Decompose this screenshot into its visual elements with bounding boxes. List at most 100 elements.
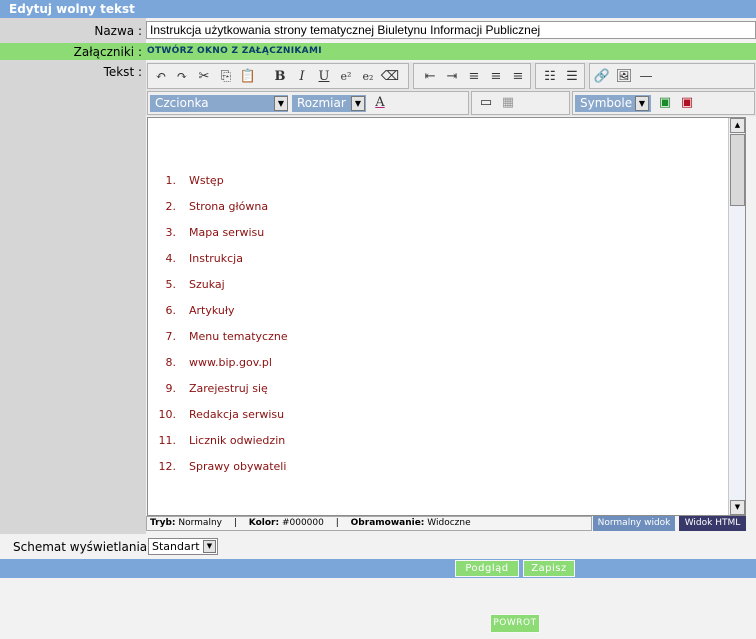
table-grid-icon[interactable]: ▦ — [498, 93, 518, 113]
toolbar-group-table: ▭ ▦ — [471, 91, 570, 115]
font-color-icon[interactable]: A — [370, 93, 390, 113]
mode-value: Normalny — [178, 518, 222, 528]
list-item-number: 7. — [165, 330, 177, 343]
list-item: 5. Szukaj — [152, 278, 712, 304]
superscript-icon[interactable]: e² — [336, 67, 356, 87]
list-item-number: 8. — [165, 356, 177, 369]
list-item-text: Instrukcja — [189, 252, 243, 265]
border-value: Widoczne — [427, 518, 471, 528]
align-center-icon[interactable]: ≡ — [486, 67, 506, 87]
list-item-text: Artykuły — [189, 304, 235, 317]
italic-icon[interactable]: I — [292, 67, 312, 87]
list-item-text: Sprawy obywateli — [189, 460, 287, 473]
color-value: #000000 — [281, 518, 324, 528]
align-right-icon[interactable]: ≡ — [508, 67, 528, 87]
undo-icon[interactable]: ↶ — [151, 67, 171, 87]
editor-scrollbar[interactable]: ▲ ▼ — [728, 118, 745, 515]
attachments-label: Załączniki : — [73, 45, 142, 59]
copy-icon[interactable]: ⎘ — [216, 67, 236, 87]
editor-toolbar: ↶ ↷ ✂ ⎘ 📋 B I U e² e₂ ⌫ ⇤ ⇥ ≡ ≡ ≡ ☷ ☰ 🔗 … — [146, 62, 756, 116]
list-item: 7. Menu tematyczne — [152, 330, 712, 356]
list-item-number: 11. — [158, 434, 177, 447]
eraser-icon[interactable]: ⌫ — [380, 67, 400, 87]
list-item: 9. Zarejestruj się — [152, 382, 712, 408]
unordered-list-icon[interactable]: ☰ — [562, 67, 582, 87]
list-item-number: 6. — [165, 304, 177, 317]
link-icon[interactable]: 🔗 — [592, 67, 612, 87]
list-item: 10. Redakcja serwisu — [152, 408, 712, 434]
editor-status-bar: Tryb: Normalny | Kolor: #000000 | Obramo… — [146, 516, 592, 531]
toolbar-group-font: Czcionka ▼ Rozmiar ▼ A — [147, 91, 469, 115]
list-item-number: 1. — [165, 174, 177, 187]
toolbar-group-basic: ↶ ↷ ✂ ⎘ 📋 B I U e² e₂ ⌫ — [147, 63, 409, 89]
back-button[interactable]: POWROT — [490, 614, 540, 633]
list-item-number: 4. — [165, 252, 177, 265]
border-label: Obramowanie: — [350, 518, 425, 528]
symbols-select-arrow-icon[interactable]: ▼ — [635, 96, 649, 111]
list-item-text: www.bip.gov.pl — [189, 356, 272, 369]
font-select[interactable]: Czcionka — [150, 95, 288, 112]
list-item: 2. Strona główna — [152, 200, 712, 226]
font-select-arrow-icon[interactable]: ▼ — [274, 96, 288, 111]
schema-select[interactable]: Standart ▼ — [148, 538, 218, 555]
scroll-down-icon[interactable]: ▼ — [730, 500, 745, 515]
list-item: 3. Mapa serwisu — [152, 226, 712, 252]
schema-value: Standart — [152, 540, 200, 553]
bold-icon[interactable]: B — [270, 67, 290, 87]
html-view-button[interactable]: Widok HTML — [679, 516, 746, 531]
align-left-icon[interactable]: ≡ — [464, 67, 484, 87]
mode-label: Tryb: — [150, 518, 176, 528]
list-item-number: 2. — [165, 200, 177, 213]
size-select-arrow-icon[interactable]: ▼ — [351, 96, 365, 111]
underline-icon[interactable]: U — [314, 67, 334, 87]
list-item-text: Menu tematyczne — [189, 330, 288, 343]
schema-arrow-icon[interactable]: ▼ — [203, 540, 216, 553]
list-item-number: 12. — [158, 460, 177, 473]
name-label: Nazwa : — [94, 24, 142, 38]
list-item: 6. Artykuły — [152, 304, 712, 330]
window-title: Edytuj wolny tekst — [0, 0, 756, 18]
table-icon[interactable]: ▭ — [476, 93, 496, 113]
list-item-number: 5. — [165, 278, 177, 291]
redo-icon[interactable]: ↷ — [172, 67, 192, 87]
list-item-text: Wstęp — [189, 174, 224, 187]
toolbar-group-symbols: Symbole ▼ ▣ ▣ — [572, 91, 755, 115]
subscript-icon[interactable]: e₂ — [358, 67, 378, 87]
list-item-number: 9. — [165, 382, 177, 395]
special-char-2-icon[interactable]: ▣ — [677, 93, 697, 113]
cut-icon[interactable]: ✂ — [194, 67, 214, 87]
toolbar-group-insert: 🔗 🖼 — — [589, 63, 755, 89]
toolbar-group-lists: ☷ ☰ — [535, 63, 585, 89]
save-button[interactable]: Zapisz — [523, 560, 575, 577]
ordered-list-icon[interactable]: ☷ — [540, 67, 560, 87]
scroll-thumb[interactable] — [730, 134, 745, 206]
list-item: 11. Licznik odwiedzin — [152, 434, 712, 460]
action-bar: Podgląd Zapisz — [0, 559, 756, 578]
color-label: Kolor: — [248, 518, 280, 528]
open-attachments-link[interactable]: OTWÓRZ OKNO Z ZAŁĄCZNIKAMI — [147, 46, 322, 56]
list-item: 8. www.bip.gov.pl — [152, 356, 712, 382]
text-label: Tekst : — [103, 65, 142, 79]
horizontal-rule-icon[interactable]: — — [636, 67, 656, 87]
scroll-up-icon[interactable]: ▲ — [730, 118, 745, 133]
preview-button[interactable]: Podgląd — [455, 560, 519, 577]
image-icon[interactable]: 🖼 — [614, 67, 634, 87]
list-item-number: 10. — [158, 408, 177, 421]
list-item-text: Szukaj — [189, 278, 225, 291]
schema-label: Schemat wyświetlania : — [13, 540, 156, 554]
list-item-text: Zarejestruj się — [189, 382, 268, 395]
list-item: 1. Wstęp — [152, 174, 712, 200]
list-item-text: Strona główna — [189, 200, 269, 213]
list-item-text: Licznik odwiedzin — [189, 434, 286, 447]
special-char-icon[interactable]: ▣ — [655, 93, 675, 113]
normal-view-button[interactable]: Normalny widok — [593, 516, 675, 531]
outdent-icon[interactable]: ⇤ — [420, 67, 440, 87]
list-item: 4. Instrukcja — [152, 252, 712, 278]
list-item: 12. Sprawy obywateli — [152, 460, 712, 486]
list-item-text: Mapa serwisu — [189, 226, 265, 239]
paste-icon[interactable]: 📋 — [238, 67, 258, 87]
editor-list: 1. Wstęp 2. Strona główna 3. Mapa serwisu 4. In… — [152, 174, 712, 486]
editor-content[interactable]: 1. Wstęp 2. Strona główna 3. Mapa serwisu 4. In… — [147, 117, 746, 516]
indent-icon[interactable]: ⇥ — [442, 67, 462, 87]
name-input[interactable] — [146, 21, 756, 39]
